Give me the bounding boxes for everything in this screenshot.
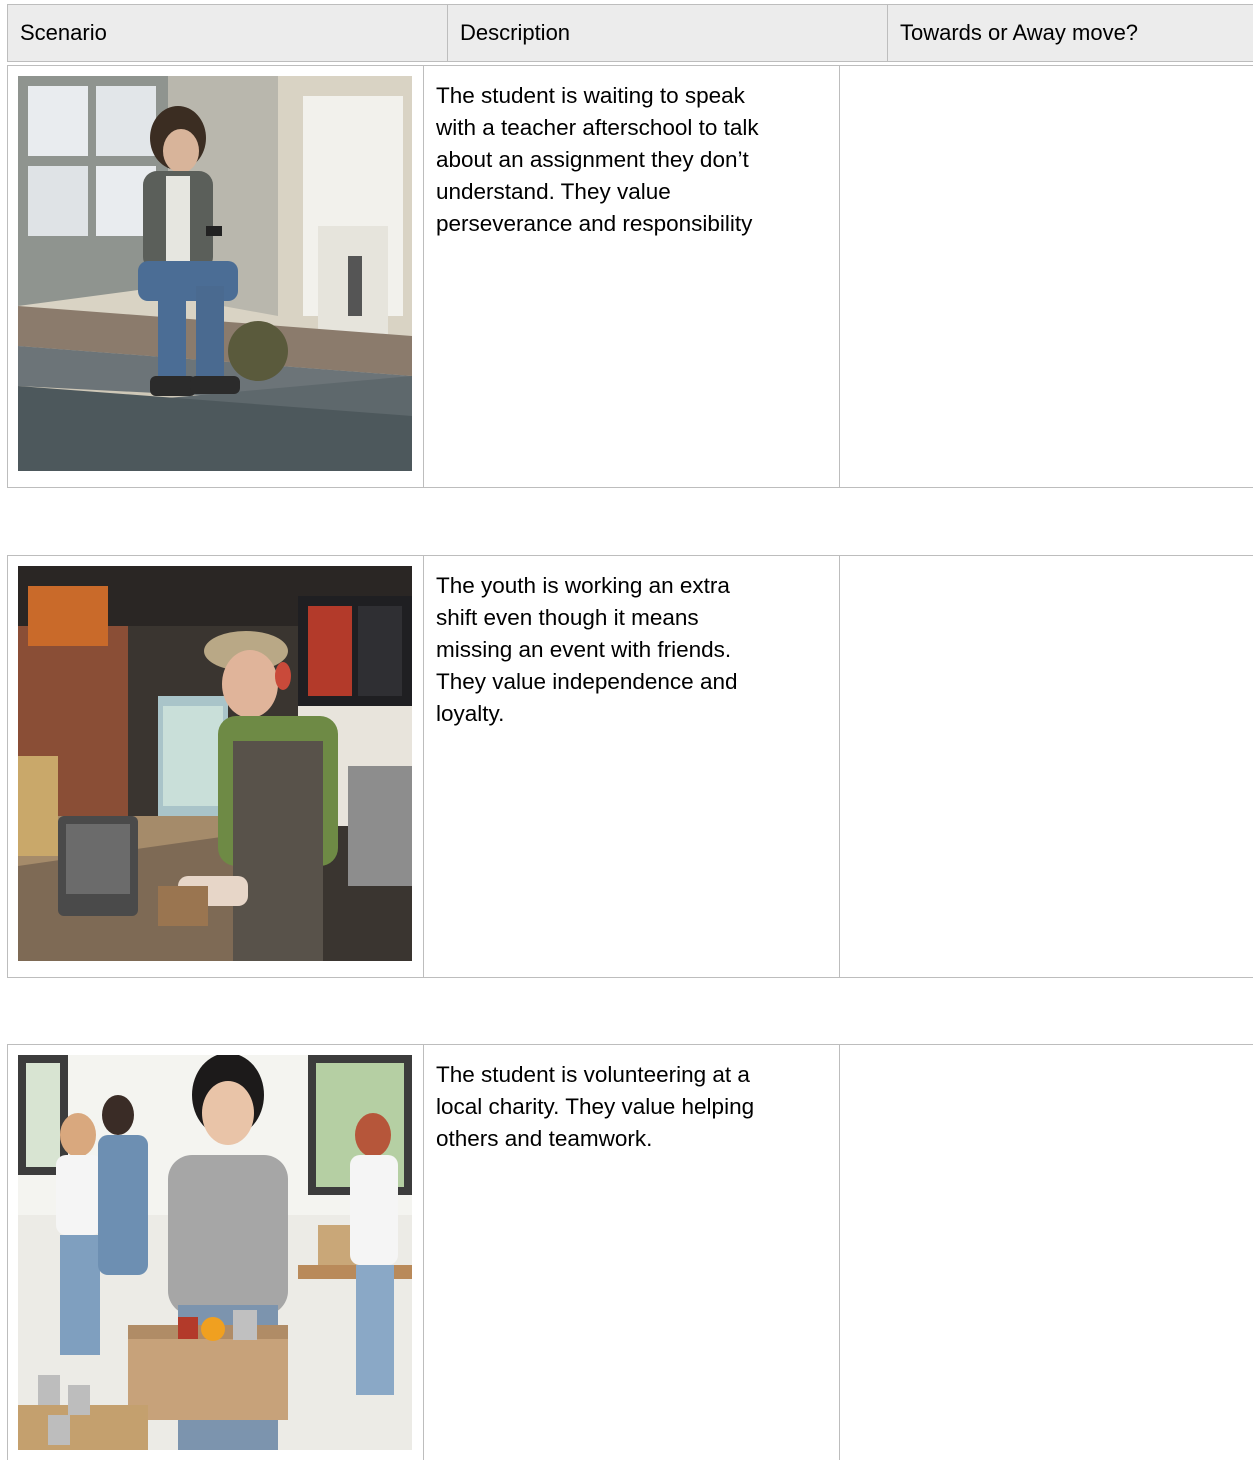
table-row: The student is volunteering at a local c… <box>7 1044 1253 1460</box>
scenario-cell <box>7 65 424 488</box>
document-page: Scenario Description Towards or Away mov… <box>0 0 1253 1460</box>
table-header-row: Scenario Description Towards or Away mov… <box>7 4 1253 62</box>
header-towards-away: Towards or Away move? <box>887 4 1253 62</box>
scenario-cell <box>7 555 424 978</box>
description-cell: The student is waiting to speak with a t… <box>423 65 840 488</box>
header-description: Description <box>447 4 888 62</box>
scenario-description: The student is waiting to speak with a t… <box>436 83 759 236</box>
scenario-photo-youth-working <box>18 566 412 961</box>
scenario-photo-student-waiting <box>18 76 412 471</box>
scenario-description: The student is volunteering at a local c… <box>436 1062 755 1151</box>
answer-cell[interactable] <box>839 1044 1253 1460</box>
description-cell: The student is volunteering at a local c… <box>423 1044 840 1460</box>
answer-cell[interactable] <box>839 555 1253 978</box>
answer-cell[interactable] <box>839 65 1253 488</box>
scenario-photo-student-volunteering <box>18 1055 412 1450</box>
scenario-description: The youth is working an extra shift even… <box>436 573 738 726</box>
table-row: The student is waiting to speak with a t… <box>7 65 1253 488</box>
description-cell: The youth is working an extra shift even… <box>423 555 840 978</box>
table-row: The youth is working an extra shift even… <box>7 555 1253 978</box>
scenario-cell <box>7 1044 424 1460</box>
header-scenario: Scenario <box>7 4 448 62</box>
